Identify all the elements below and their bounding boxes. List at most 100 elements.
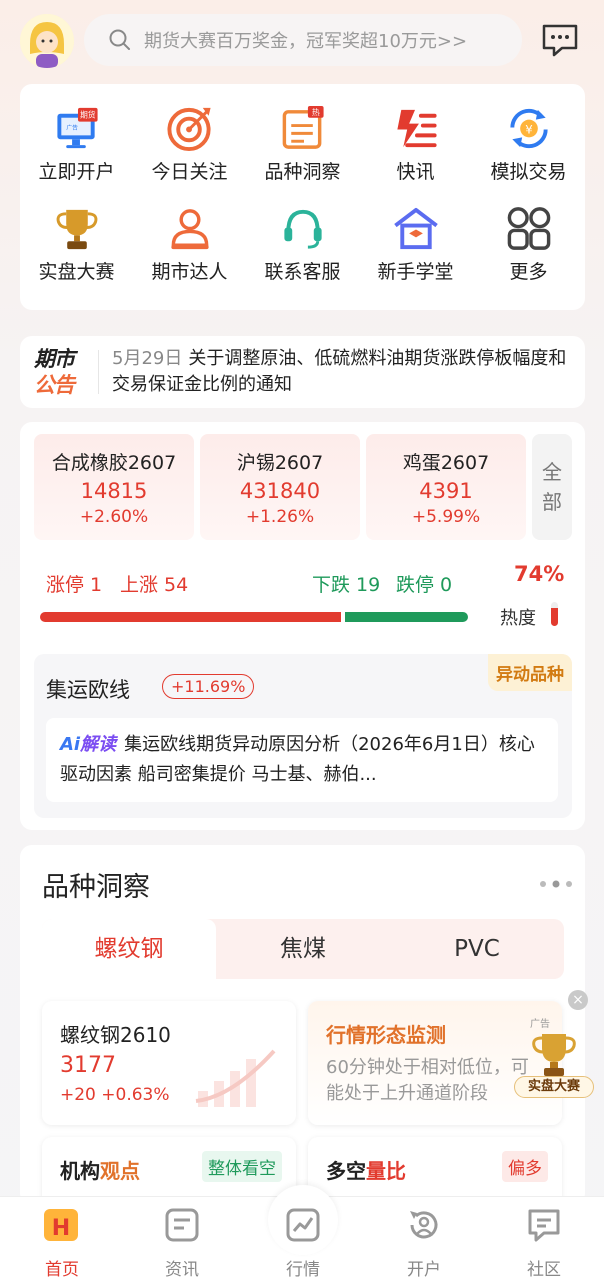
anomaly-name: 集运欧线 [46, 678, 130, 702]
grid-label: 联系客服 [264, 261, 341, 283]
notice-badge: 期市 公告 [34, 346, 86, 398]
ai-interpretation[interactable]: Ai解读 集运欧线期货异动原因分析（2026年6月1日）核心驱动因素 船司密集提价… [46, 718, 558, 802]
grid-item-customer-service[interactable]: 联系客服 [246, 184, 359, 284]
anomaly-tag: 异动品种 [488, 654, 572, 691]
close-float-button[interactable]: × [568, 990, 588, 1010]
svg-text:H: H [52, 1216, 70, 1241]
limit-up-count: 涨停 1 [46, 574, 103, 596]
avatar[interactable] [20, 14, 74, 68]
school-icon [393, 207, 438, 250]
bias-pill: 偏多 [502, 1151, 548, 1182]
up-ratio-bar [40, 612, 341, 622]
anomaly-card[interactable]: 异动品种 集运欧线 +11.69% Ai解读 集运欧线期货异动原因分析（2026年… [34, 654, 572, 818]
quote-change: +5.99% [411, 507, 481, 527]
bottom-tab-bar: H 首页 资讯 行情 开户 社区 [0, 1185, 604, 1279]
trophy-icon [56, 209, 97, 250]
limit-down-count: 跌停 0 [396, 574, 453, 596]
quote-name: 沪锡2607 [236, 452, 324, 474]
home-icon: H [44, 1209, 78, 1241]
grid-item-today-focus[interactable]: 今日关注 [133, 84, 246, 184]
grid-label: 立即开户 [38, 161, 115, 183]
tab-open-account[interactable]: 开户 [384, 1205, 464, 1279]
quote-price: 14815 [80, 479, 148, 503]
notice-badge-line1: 期市 [34, 347, 75, 371]
quote-card[interactable]: 鸡蛋2607 4391 +5.99% [366, 434, 526, 540]
grid-item-school[interactable]: 新手学堂 [359, 184, 472, 284]
contract-change: +20 +0.63% [60, 1085, 170, 1105]
grid-item-open-account[interactable]: 期货 广告 立即开户 [20, 84, 133, 184]
ai-logo-text: Ai [60, 734, 81, 755]
search-placeholder: 期货大赛百万奖金，冠军奖超10万元>> [144, 31, 468, 52]
notice-text: 5月29日 关于调整原油、低硫燃料油期货涨跌停板幅度和交易保证金比例的通知 [112, 346, 572, 398]
flash-news-icon [396, 109, 437, 148]
contest-float-badge[interactable]: 实盘大赛 [514, 1030, 594, 1102]
message-button[interactable] [540, 22, 580, 58]
more-dots-icon[interactable] [538, 879, 574, 889]
insight-hot-badge: 热 [311, 107, 319, 117]
top-bar: 期货大赛百万奖金，冠军奖超10万元>> [0, 0, 604, 80]
simulated-trade-icon: ¥ [509, 108, 548, 149]
avatar-icon [20, 14, 74, 68]
quote-card[interactable]: 沪锡2607 431840 +1.26% [200, 434, 360, 540]
section-title: 品种洞察 [42, 872, 150, 903]
heat-value: 74% [514, 562, 565, 586]
market-notice[interactable]: 期市 公告 5月29日 关于调整原油、低硫燃料油期货涨跌停板幅度和交易保证金比例的… [20, 336, 585, 408]
tab-coking-coal[interactable]: 焦煤 [216, 919, 390, 979]
grid-item-expert[interactable]: 期市达人 [133, 184, 246, 284]
open-account-icon: 期货 广告 [56, 107, 98, 149]
expert-icon [170, 209, 209, 250]
all-button-line2: 部 [542, 490, 562, 514]
tab-label: 开户 [407, 1260, 441, 1279]
anomaly-change: +11.69% [162, 674, 255, 699]
grid-item-more[interactable]: 更多 [472, 184, 585, 284]
search-bar[interactable]: 期货大赛百万奖金，冠军奖超10万元>> [84, 14, 522, 66]
pattern-title: 行情形态监测 [326, 1023, 446, 1047]
trophy-icon [532, 1034, 576, 1076]
ai-text: 集运欧线期货异动原因分析（2026年6月1日）核心驱动因素 船司密集提价 马士基… [60, 734, 535, 785]
pattern-description: 60分钟处于相对低位，可能处于上升通道阶段 [326, 1057, 529, 1104]
tab-label: 资讯 [165, 1260, 199, 1279]
grid-label: 模拟交易 [490, 161, 567, 183]
tab-label: 行情 [286, 1260, 320, 1279]
quote-name: 鸡蛋2607 [402, 452, 490, 474]
tab-rebar[interactable]: 螺纹钢 [42, 919, 216, 979]
grid-item-sim-trade[interactable]: ¥ 模拟交易 [472, 84, 585, 184]
grid-label: 更多 [509, 261, 548, 283]
grid-label: 新手学堂 [377, 261, 454, 283]
insight-tabs: 螺纹钢 焦煤 PVC [42, 919, 564, 979]
tab-label: 社区 [527, 1260, 561, 1279]
heat-label: 热度 [500, 608, 536, 629]
contest-float-label: 实盘大赛 [514, 1076, 594, 1098]
ratio-title: 多空量比 [326, 1155, 406, 1184]
tab-home[interactable]: H 首页 [22, 1205, 102, 1279]
grid-item-insight[interactable]: 热 品种洞察 [246, 84, 359, 184]
news-icon [165, 1208, 199, 1242]
tab-pvc[interactable]: PVC [390, 919, 564, 979]
ad-label: 广告 [530, 1019, 550, 1030]
rebar-quote-card[interactable]: 螺纹钢2610 3177 +20 +0.63% [42, 1001, 296, 1125]
tab-market[interactable]: 行情 [263, 1205, 343, 1279]
ai-logo-label: 解读 [80, 734, 117, 755]
market-overview: 合成橡胶2607 14815 +2.60% 沪锡2607 431840 +1.2… [20, 422, 585, 830]
function-grid: 期货 广告 立即开户 今日关注 热 品种洞察 快讯 ¥ 模拟交易 实盘大赛 期市… [20, 84, 585, 310]
quote-name: 合成橡胶2607 [51, 452, 177, 474]
open-account-ad-text: 广告 [66, 123, 78, 131]
notice-badge-line2: 公告 [34, 373, 75, 397]
headset-icon [283, 209, 322, 249]
grid-label: 实盘大赛 [38, 261, 115, 283]
institution-title-a: 机构 [60, 1159, 100, 1183]
quote-change: +2.60% [79, 507, 149, 527]
tab-news[interactable]: 资讯 [142, 1205, 222, 1279]
grid-label: 快讯 [396, 161, 435, 183]
quote-card[interactable]: 合成橡胶2607 14815 +2.60% [34, 434, 194, 540]
grid-label: 品种洞察 [264, 161, 341, 183]
tab-label: 首页 [45, 1260, 79, 1279]
tab-community[interactable]: 社区 [504, 1205, 584, 1279]
all-quotes-button[interactable]: 全 部 [532, 434, 572, 540]
grid-item-live-contest[interactable]: 实盘大赛 [20, 184, 133, 284]
community-icon [528, 1209, 560, 1242]
market-chart-icon [286, 1208, 320, 1242]
grid-item-flash-news[interactable]: 快讯 [359, 84, 472, 184]
institution-title-b: 观点 [100, 1159, 140, 1183]
heat-gauge [551, 602, 558, 626]
